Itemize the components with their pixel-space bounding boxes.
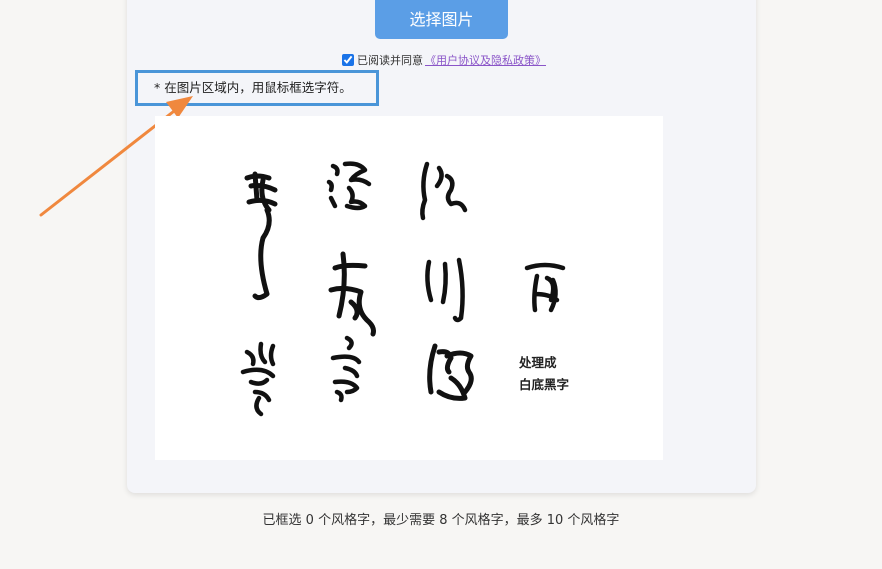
calligraphy-strokes bbox=[240, 161, 566, 417]
selection-status: 已框选 0 个风格字，最少需要 8 个风格字，最多 10 个风格字 bbox=[262, 513, 620, 528]
agree-checkbox[interactable] bbox=[342, 54, 354, 66]
hint-text: * 在图片区域内，用鼠标框选字符。 bbox=[154, 80, 352, 95]
calligraphy-image[interactable]: 处理成 白底黑字 bbox=[155, 116, 663, 460]
image-note-line2: 白底黑字 bbox=[519, 377, 570, 392]
agreement-row: 已阅读并同意 《用户协议及隐私政策》 bbox=[342, 52, 546, 68]
selection-hint: * 在图片区域内，用鼠标框选字符。 bbox=[135, 70, 379, 106]
select-image-button[interactable]: 选择图片 bbox=[375, 0, 508, 39]
image-note-line1: 处理成 bbox=[519, 355, 557, 370]
agreement-text: 已阅读并同意 bbox=[357, 54, 423, 67]
agreement-link[interactable]: 《用户协议及隐私政策》 bbox=[425, 52, 546, 68]
